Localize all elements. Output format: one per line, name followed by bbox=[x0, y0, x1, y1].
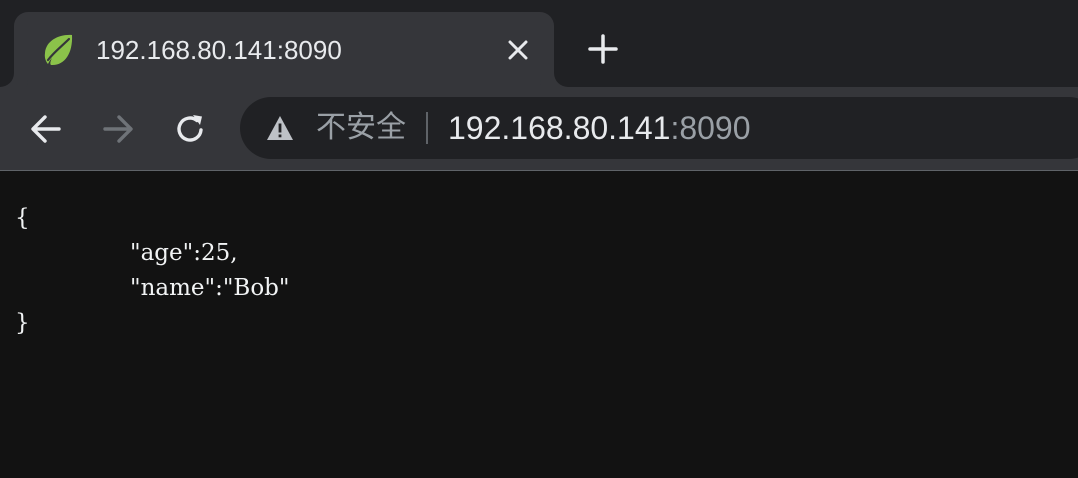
omnibox-divider bbox=[426, 112, 428, 144]
url-port: :8090 bbox=[670, 110, 751, 146]
json-line-name: "name":"Bob" bbox=[130, 275, 290, 301]
json-open-brace: { bbox=[15, 205, 30, 231]
tab-strip: 192.168.80.141:8090 bbox=[0, 0, 1078, 87]
active-tab[interactable]: 192.168.80.141:8090 bbox=[14, 12, 554, 87]
arrow-forward-icon[interactable] bbox=[98, 109, 138, 149]
tab-title: 192.168.80.141:8090 bbox=[96, 35, 342, 65]
security-label[interactable]: 不安全 bbox=[316, 110, 406, 146]
json-close-brace: } bbox=[15, 310, 30, 336]
close-icon[interactable] bbox=[504, 36, 532, 64]
arrow-back-icon[interactable] bbox=[26, 109, 66, 149]
url-text[interactable]: 192.168.80.141:8090 bbox=[448, 109, 751, 147]
address-bar[interactable]: 不安全 192.168.80.141:8090 bbox=[240, 97, 1078, 159]
reload-icon[interactable] bbox=[170, 109, 210, 149]
spring-leaf-icon bbox=[44, 34, 73, 66]
warning-triangle-icon[interactable] bbox=[266, 115, 294, 141]
url-host: 192.168.80.141 bbox=[448, 110, 671, 146]
navigation-toolbar: 不安全 192.168.80.141:8090 bbox=[0, 87, 1078, 170]
json-output: { "age":25, "name":"Bob" } bbox=[15, 201, 289, 341]
page-content: { "age":25, "name":"Bob" } bbox=[0, 171, 1078, 478]
new-tab-plus-icon[interactable] bbox=[586, 32, 620, 66]
browser-window: 192.168.80.141:8090 不安全 192.168.80.141:8… bbox=[0, 0, 1078, 478]
json-line-age: "age":25, bbox=[130, 240, 238, 266]
